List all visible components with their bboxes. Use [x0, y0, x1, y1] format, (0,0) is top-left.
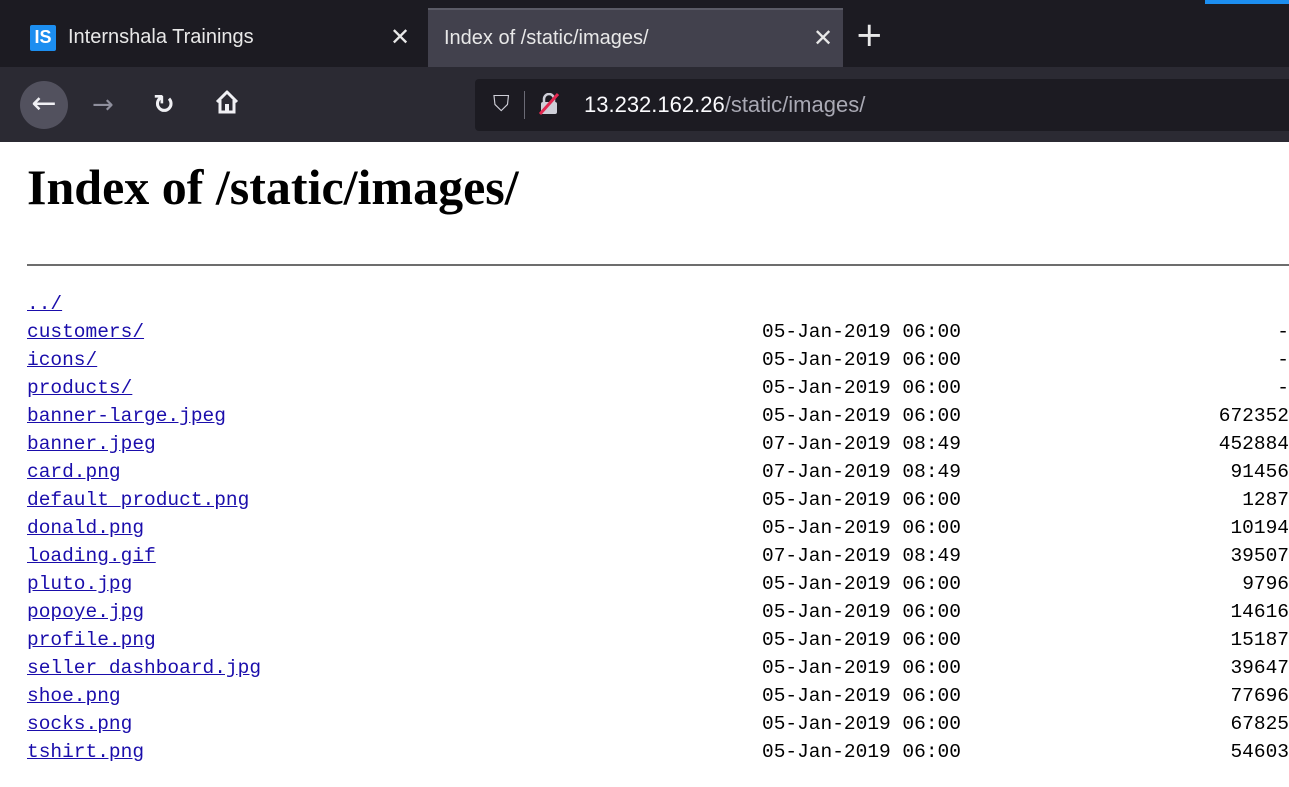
file-link[interactable]: default_product.png	[27, 486, 249, 514]
url-path: /static/images/	[724, 92, 866, 117]
tab-title: Internshala Trainings	[68, 26, 254, 48]
modified-date: 05-Jan-2019 06:00	[762, 405, 961, 427]
insecure-lock-icon[interactable]	[539, 93, 559, 115]
file-link[interactable]: profile.png	[27, 626, 156, 654]
plus-icon[interactable]: +	[855, 16, 884, 54]
list-item: customers/05-Jan-2019 06:00 -	[27, 318, 1289, 346]
modified-date: 05-Jan-2019 06:00	[762, 741, 961, 763]
address-bar[interactable]: ⛉ 13.232.162.26/static/images/	[475, 79, 1289, 131]
back-arrow-icon[interactable]: ←	[20, 81, 68, 129]
file-link[interactable]: card.png	[27, 458, 121, 486]
close-icon[interactable]: ✕	[380, 23, 420, 52]
file-link[interactable]: customers/	[27, 318, 144, 346]
modified-date: 05-Jan-2019 06:00	[762, 601, 961, 623]
accent-line	[1205, 0, 1289, 4]
tab-title: Index of /static/images/	[444, 27, 649, 49]
file-size: 672352	[1218, 405, 1289, 427]
home-icon[interactable]	[214, 89, 240, 123]
page-title: Index of /static/images/	[27, 159, 519, 215]
file-size: 77696	[1230, 685, 1289, 707]
file-link[interactable]: products/	[27, 374, 132, 402]
list-item: socks.png 05-Jan-2019 06:00 67825	[27, 710, 1289, 738]
file-link[interactable]: tshirt.png	[27, 738, 144, 766]
modified-date: 05-Jan-2019 06:00	[762, 629, 961, 651]
file-size: 10194	[1230, 517, 1289, 539]
close-icon[interactable]: ✕	[803, 24, 843, 53]
file-size: 9796	[1242, 573, 1289, 595]
file-size: 39507	[1230, 545, 1289, 567]
list-item: popoye.jpg 05-Jan-2019 06:00 14616	[27, 598, 1289, 626]
modified-date: 05-Jan-2019 06:00	[762, 321, 961, 343]
list-item: products/05-Jan-2019 06:00 -	[27, 374, 1289, 402]
file-link[interactable]: pluto.jpg	[27, 570, 132, 598]
list-item: banner.jpeg 07-Jan-2019 08:49 452884	[27, 430, 1289, 458]
file-link[interactable]: icons/	[27, 346, 97, 374]
modified-date: 05-Jan-2019 06:00	[762, 517, 961, 539]
forward-arrow-icon[interactable]: →	[92, 89, 114, 121]
file-size: 91456	[1230, 461, 1289, 483]
modified-date: 05-Jan-2019 06:00	[762, 349, 961, 371]
list-item-parent: ../	[27, 290, 1289, 318]
list-item: banner-large.jpeg 05-Jan-2019 06:00 672352	[27, 402, 1289, 430]
file-link[interactable]: seller_dashboard.jpg	[27, 654, 261, 682]
list-item: loading.gif 07-Jan-2019 08:49 39507	[27, 542, 1289, 570]
list-item: card.png 07-Jan-2019 08:49 91456	[27, 458, 1289, 486]
modified-date: 07-Jan-2019 08:49	[762, 461, 961, 483]
modified-date: 05-Jan-2019 06:00	[762, 377, 961, 399]
modified-date: 05-Jan-2019 06:00	[762, 573, 961, 595]
list-item: icons/05-Jan-2019 06:00 -	[27, 346, 1289, 374]
list-item: tshirt.png 05-Jan-2019 06:00 54603	[27, 738, 1289, 766]
reload-icon[interactable]: ↻	[153, 89, 175, 121]
directory-listing: ../ customers/05-Jan-2019 06:00- icons/05…	[27, 290, 1289, 766]
file-size: -	[1277, 321, 1289, 343]
modified-date: 05-Jan-2019 06:00	[762, 657, 961, 679]
navigation-toolbar: ← → ↻ ⛉ 13.232.162.26/static/images/	[0, 67, 1289, 142]
file-link[interactable]: shoe.png	[27, 682, 121, 710]
url-host: 13.232.162.26	[584, 92, 725, 117]
modified-date: 05-Jan-2019 06:00	[762, 713, 961, 735]
file-size: 452884	[1218, 433, 1289, 455]
list-item: seller_dashboard.jpg 05-Jan-2019 06:00 396…	[27, 654, 1289, 682]
file-size: 1287	[1242, 489, 1289, 511]
list-item: default_product.png 05-Jan-2019 06:00 1287	[27, 486, 1289, 514]
modified-date: 07-Jan-2019 08:49	[762, 545, 961, 567]
file-link[interactable]: banner.jpeg	[27, 430, 156, 458]
parent-directory-link[interactable]: ../	[27, 290, 62, 318]
list-item: profile.png 05-Jan-2019 06:00 15187	[27, 626, 1289, 654]
list-item: shoe.png 05-Jan-2019 06:00 77696	[27, 682, 1289, 710]
file-link[interactable]: socks.png	[27, 710, 132, 738]
shield-icon[interactable]: ⛉	[493, 92, 510, 117]
file-size: -	[1277, 377, 1289, 399]
url-separator	[524, 91, 525, 119]
file-link[interactable]: donald.png	[27, 514, 144, 542]
file-size: 67825	[1230, 713, 1289, 735]
tab-strip: IS Internshala Trainings ✕ Index of /sta…	[0, 0, 1289, 67]
list-item: donald.png 05-Jan-2019 06:00 10194	[27, 514, 1289, 542]
file-size: 14616	[1230, 601, 1289, 623]
internshala-favicon-icon: IS	[30, 24, 56, 51]
file-size: 15187	[1230, 629, 1289, 651]
file-link[interactable]: popoye.jpg	[27, 598, 144, 626]
tab-index[interactable]: Index of /static/images/ ✕	[428, 8, 843, 67]
home-icon-graphic	[215, 90, 239, 114]
file-size: 54603	[1230, 741, 1289, 763]
file-link[interactable]: loading.gif	[27, 542, 156, 570]
horizontal-rule	[27, 264, 1289, 266]
tab-internshala[interactable]: IS Internshala Trainings ✕	[20, 8, 420, 67]
list-item: pluto.jpg 05-Jan-2019 06:00 9796	[27, 570, 1289, 598]
modified-date: 05-Jan-2019 06:00	[762, 489, 961, 511]
entries-list: customers/05-Jan-2019 06:00- icons/05-Jan…	[27, 318, 1289, 766]
file-size: -	[1277, 349, 1289, 371]
file-size: 39647	[1230, 657, 1289, 679]
url-text[interactable]: 13.232.162.26/static/images/	[584, 92, 865, 118]
modified-date: 05-Jan-2019 06:00	[762, 685, 961, 707]
file-link[interactable]: banner-large.jpeg	[27, 402, 226, 430]
modified-date: 07-Jan-2019 08:49	[762, 433, 961, 455]
